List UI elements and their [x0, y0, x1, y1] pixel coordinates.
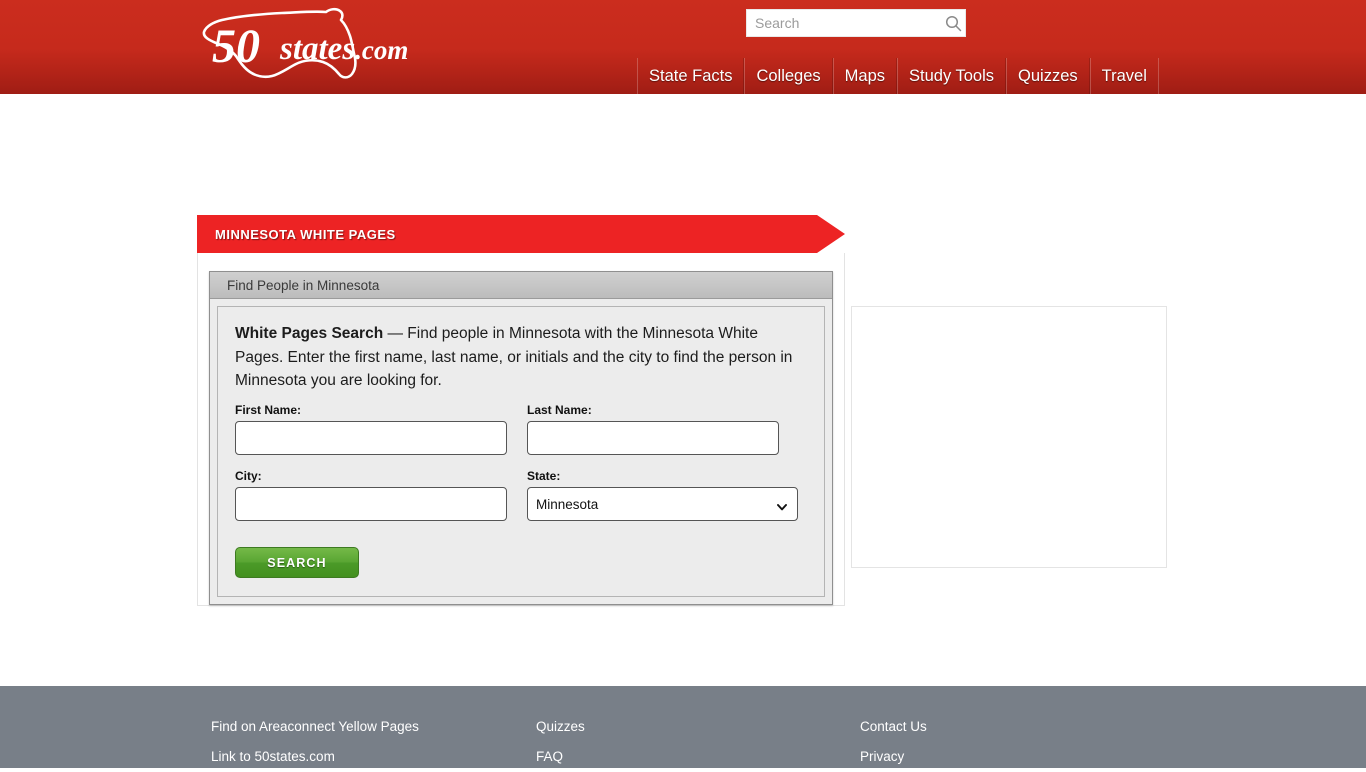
people-search-box-header: Find People in Minnesota	[210, 272, 832, 299]
search-description-bold: White Pages Search	[235, 325, 384, 342]
nav-item-colleges[interactable]: Colleges	[744, 58, 833, 94]
advertisement-placeholder	[851, 306, 1167, 568]
footer-column-3: Contact Us Privacy	[860, 712, 1160, 772]
people-search-form: White Pages Search — Find people in Minn…	[217, 306, 825, 598]
header-inner: 50 states.com State Facts Colleges Maps …	[0, 0, 1366, 94]
main-content-column: MINNESOTA WHITE PAGES Find People in Min…	[197, 215, 845, 607]
footer-columns: Find on Areaconnect Yellow Pages Link to…	[211, 712, 1160, 772]
search-submit-button[interactable]: SEARCH	[235, 547, 359, 579]
name-field-row: First Name: Last Name:	[235, 403, 807, 456]
site-footer: Find on Areaconnect Yellow Pages Link to…	[0, 686, 1366, 768]
location-field-row: City: State: Minnesota	[235, 469, 807, 522]
nav-item-maps[interactable]: Maps	[832, 58, 898, 94]
page-body: MINNESOTA WHITE PAGES Find People in Min…	[0, 94, 1366, 686]
svg-text:50: 50	[212, 20, 260, 73]
search-box[interactable]	[746, 9, 966, 37]
city-input[interactable]	[235, 487, 507, 522]
search-icon[interactable]	[942, 10, 965, 36]
last-name-label: Last Name:	[527, 403, 592, 418]
nav-item-quizzes[interactable]: Quizzes	[1006, 58, 1090, 94]
main-navigation: State Facts Colleges Maps Study Tools Qu…	[637, 58, 1159, 94]
search-input[interactable]	[747, 10, 942, 36]
state-field-group: State: Minnesota	[527, 469, 798, 522]
city-field-group: City:	[235, 469, 507, 522]
people-search-box: Find People in Minnesota White Pages Sea…	[209, 271, 833, 606]
nav-item-state-facts[interactable]: State Facts	[637, 58, 745, 94]
page-title: MINNESOTA WHITE PAGES	[215, 226, 396, 242]
nav-item-study-tools[interactable]: Study Tools	[897, 58, 1007, 94]
footer-column-2: Quizzes FAQ	[536, 712, 860, 772]
footer-link-contact-us[interactable]: Contact Us	[860, 712, 1160, 742]
footer-link-quizzes[interactable]: Quizzes	[536, 712, 860, 742]
state-select[interactable]: Minnesota	[527, 487, 798, 522]
footer-column-1: Find on Areaconnect Yellow Pages Link to…	[211, 712, 536, 772]
last-name-field-group: Last Name:	[527, 403, 779, 456]
first-name-input[interactable]	[235, 421, 507, 456]
content-panel: Find People in Minnesota White Pages Sea…	[197, 253, 845, 607]
first-name-label: First Name:	[235, 403, 302, 418]
last-name-input[interactable]	[527, 421, 779, 456]
state-label: State:	[527, 469, 561, 484]
city-label: City:	[235, 469, 262, 484]
first-name-field-group: First Name:	[235, 403, 507, 456]
page-banner: MINNESOTA WHITE PAGES	[197, 215, 845, 265]
svg-text:states.com: states.com	[279, 31, 408, 67]
state-select-wrapper: Minnesota	[527, 487, 798, 522]
nav-item-travel[interactable]: Travel	[1089, 58, 1159, 94]
footer-link-areaconnect[interactable]: Find on Areaconnect Yellow Pages	[211, 712, 536, 742]
search-description: White Pages Search — Find people in Minn…	[235, 322, 807, 393]
site-logo[interactable]: 50 states.com	[196, 6, 418, 86]
site-header: 50 states.com State Facts Colleges Maps …	[0, 0, 1366, 94]
